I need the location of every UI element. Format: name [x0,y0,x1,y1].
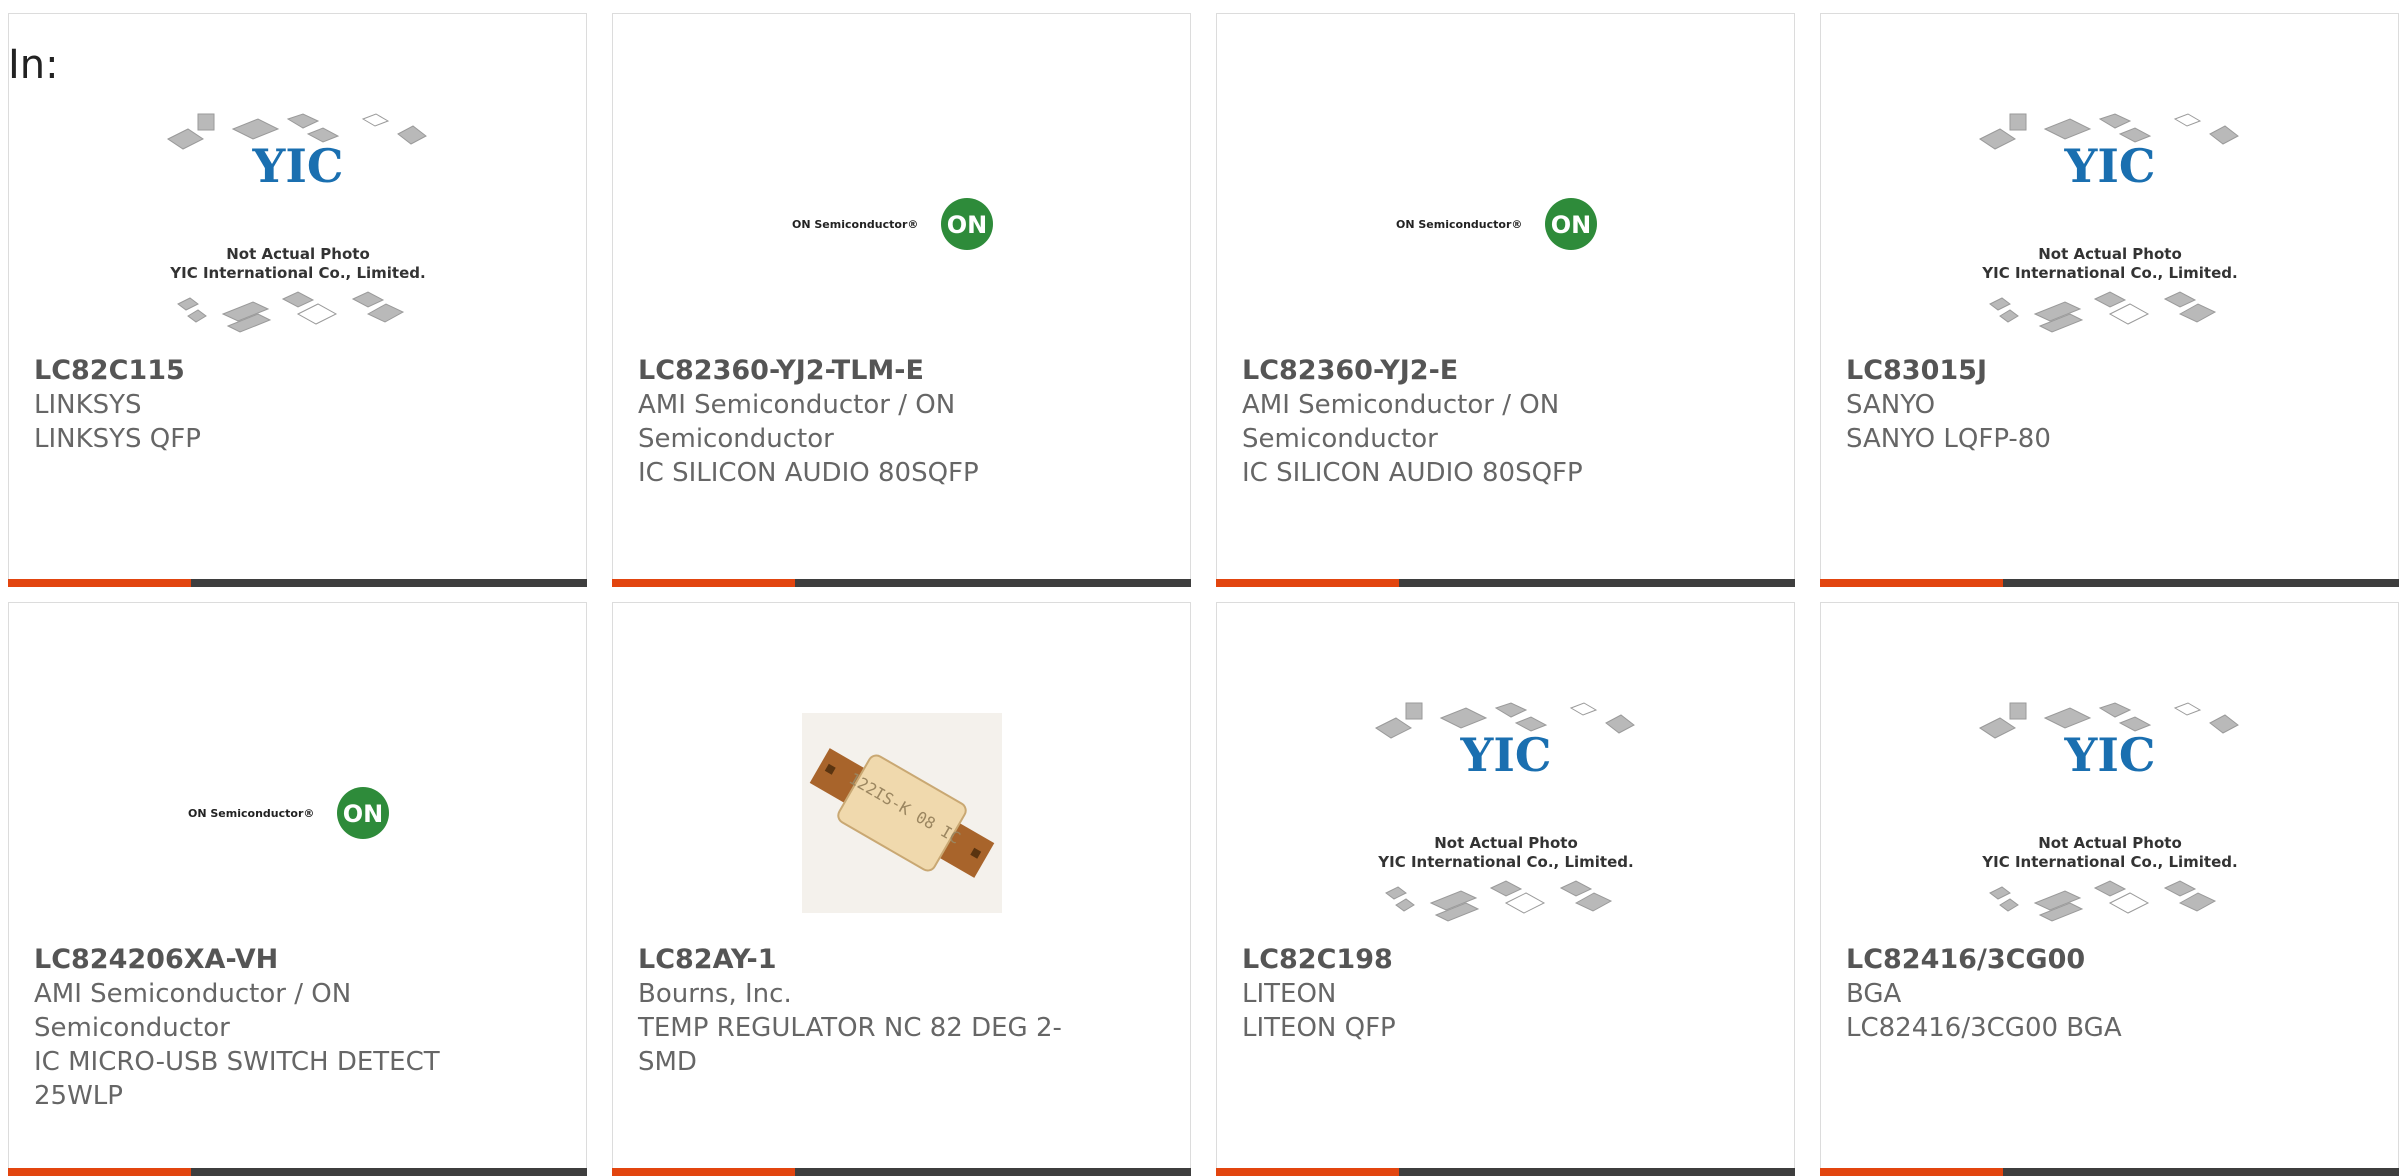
product-image[interactable]: ON Semiconductor® ON [9,683,586,943]
card-accent-bar [1216,1168,1795,1176]
product-image[interactable]: YIC Not Actual Photo YIC International C… [9,94,586,354]
svg-text:ON Semiconductor®: ON Semiconductor® [792,218,918,231]
svg-text:YIC: YIC [2063,139,2155,193]
part-number[interactable]: LC824206XA-VH [34,943,278,977]
in-label: In: [8,42,59,88]
product-image[interactable]: ON Semiconductor® ON [1217,94,1794,354]
description: IC SILICON AUDIO 80SQFP [1242,458,1583,488]
product-card[interactable]: YIC Not Actual Photo YIC International C… [1820,13,2399,587]
card-accent-bar [1820,579,2399,587]
svg-text:Not Actual Photo: Not Actual Photo [2038,245,2182,263]
svg-text:YIC: YIC [2063,728,2155,782]
svg-text:YIC: YIC [251,139,343,193]
product-card[interactable]: ON Semiconductor® ON LC824206XA-VH AMI S… [8,602,587,1176]
yic-placeholder-image: YIC Not Actual Photo YIC International C… [1978,702,2239,922]
card-accent-bar [612,1168,1191,1176]
description: LITEON QFP [1242,1013,1396,1043]
product-card[interactable]: ON Semiconductor® ON LC82360-YJ2-E AMI S… [1216,13,1795,587]
product-image[interactable]: YIC Not Actual Photo YIC International C… [1821,94,2398,354]
description: IC MICRO-USB SWITCH DETECT 25WLP [34,1047,440,1111]
on-semiconductor-logo: ON Semiconductor® ON [188,787,389,839]
svg-text:Not Actual Photo: Not Actual Photo [1434,834,1578,852]
yic-placeholder-image: YIC Not Actual Photo YIC International C… [166,113,427,333]
svg-text:ON: ON [1550,211,1591,239]
card-accent-bar [612,579,1191,587]
product-image[interactable]: ON Semiconductor® ON [613,94,1190,354]
part-number[interactable]: LC83015J [1846,354,1987,388]
yic-placeholder-image: YIC Not Actual Photo YIC International C… [1374,702,1635,922]
manufacturer: SANYO [1846,390,1936,420]
svg-text:YIC International Co., Limited: YIC International Co., Limited. [1981,853,2237,871]
part-number[interactable]: LC82AY-1 [638,943,776,977]
product-image[interactable]: YIC Not Actual Photo YIC International C… [1821,683,2398,943]
part-number[interactable]: LC82360-YJ2-E [1242,354,1458,388]
description: LINKSYS QFP [34,424,201,454]
product-image[interactable]: YIC Not Actual Photo YIC International C… [1217,683,1794,943]
manufacturer: LITEON [1242,979,1337,1009]
part-number[interactable]: LC82C198 [1242,943,1393,977]
manufacturer: BGA [1846,979,1902,1009]
card-accent-bar [1820,1168,2399,1176]
svg-text:ON: ON [342,800,383,828]
description: IC SILICON AUDIO 80SQFP [638,458,979,488]
manufacturer: AMI Semiconductor / ON Semiconductor [1242,390,1560,454]
product-card[interactable]: 122IS-K 08 IC LC82AY-1 Bourns, Inc. TEMP… [612,602,1191,1176]
manufacturer: LINKSYS [34,390,142,420]
on-semiconductor-logo: ON Semiconductor® ON [1396,198,1597,250]
product-image[interactable]: 122IS-K 08 IC [613,683,1190,943]
card-accent-bar [8,579,587,587]
svg-text:YIC International Co., Limited: YIC International Co., Limited. [169,264,425,282]
svg-text:YIC: YIC [1459,728,1551,782]
product-grid: YIC Not Actual Photo YIC International C… [8,13,2399,1176]
card-accent-bar [8,1168,587,1176]
svg-text:YIC International Co., Limited: YIC International Co., Limited. [1377,853,1633,871]
description: SANYO LQFP-80 [1846,424,2051,454]
description: LC82416/3CG00 BGA [1846,1013,2122,1043]
card-accent-bar [1216,579,1795,587]
description: TEMP REGULATOR NC 82 DEG 2-SMD [638,1013,1062,1077]
manufacturer: Bourns, Inc. [638,979,792,1009]
svg-text:Not Actual Photo: Not Actual Photo [2038,834,2182,852]
product-card[interactable]: YIC Not Actual Photo YIC International C… [1820,602,2399,1176]
svg-text:Not Actual Photo: Not Actual Photo [226,245,370,263]
yic-placeholder-image: YIC Not Actual Photo YIC International C… [1978,113,2239,333]
product-card[interactable]: YIC Not Actual Photo YIC International C… [8,13,587,587]
product-card[interactable]: ON Semiconductor® ON LC82360-YJ2-TLM-E A… [612,13,1191,587]
manufacturer: AMI Semiconductor / ON Semiconductor [34,979,352,1043]
svg-text:ON: ON [946,211,987,239]
svg-text:YIC International Co., Limited: YIC International Co., Limited. [1981,264,2237,282]
part-number[interactable]: LC82C115 [34,354,185,388]
part-number[interactable]: LC82416/3CG00 [1846,943,2085,977]
part-number[interactable]: LC82360-YJ2-TLM-E [638,354,924,388]
svg-text:ON Semiconductor®: ON Semiconductor® [1396,218,1522,231]
svg-text:ON Semiconductor®: ON Semiconductor® [188,807,314,820]
manufacturer: AMI Semiconductor / ON Semiconductor [638,390,956,454]
on-semiconductor-logo: ON Semiconductor® ON [792,198,993,250]
product-card[interactable]: YIC Not Actual Photo YIC International C… [1216,602,1795,1176]
component-photo: 122IS-K 08 IC [801,713,1002,913]
